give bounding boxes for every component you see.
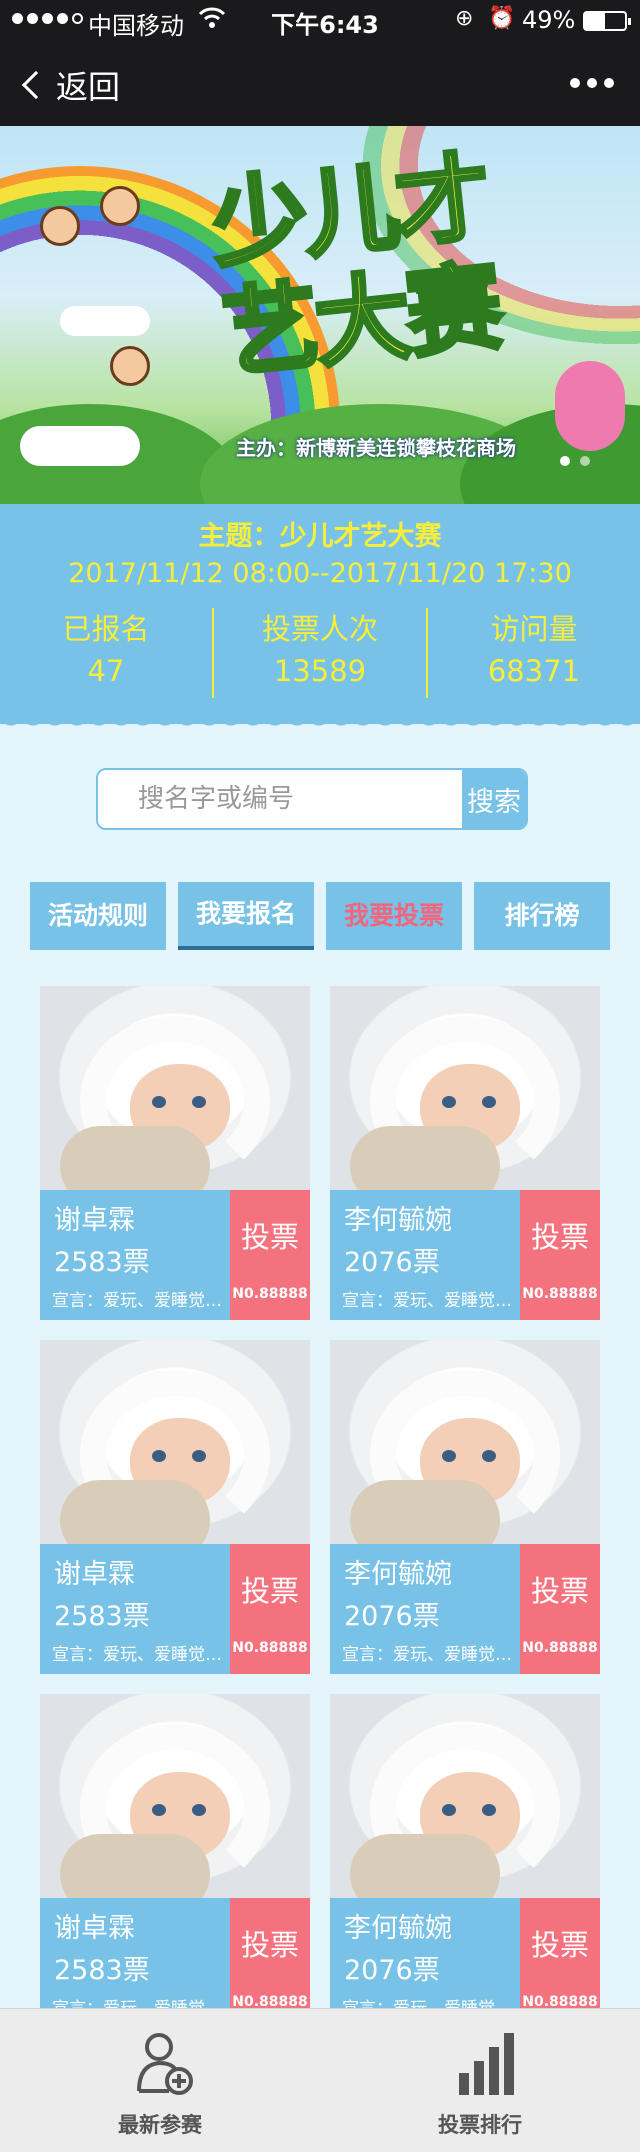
cartoon-kid-icon [100, 186, 140, 226]
cartoon-kid-icon [40, 206, 80, 246]
entry-name: 谢卓霖 [54, 1205, 135, 1236]
banner-organizer: 主办：新博新美连锁攀枝花商场 [236, 436, 516, 460]
stat-visits: 访问量 68371 [426, 608, 640, 698]
battery-percent: 49% [522, 6, 576, 34]
entry-votes: 2076票 [344, 1247, 440, 1278]
chevron-left-icon [21, 70, 51, 100]
entry-name: 李何毓婉 [344, 1559, 452, 1590]
entry-card[interactable]: 谢卓霖 2583票 宣言：爱玩、爱睡觉、爱吃 投票 N0.88888 [40, 1694, 310, 2028]
stat-votes: 投票人次 13589 [212, 608, 426, 698]
rotation-lock-icon: ⊕ [455, 6, 474, 31]
entry-photo[interactable] [40, 986, 310, 1190]
search-button[interactable]: 搜索 [462, 770, 526, 828]
cartoon-kid-icon [110, 346, 150, 386]
signal-dots-icon [12, 13, 83, 24]
event-date-range: 2017/11/12 08:00--2017/11/20 17:30 [68, 558, 572, 589]
entry-card[interactable]: 李何毓婉 2076票 宣言：爱玩、爱睡觉、爱吃 投票 N0.88888 [330, 986, 600, 1320]
entry-number: N0.88888 [232, 1640, 308, 1656]
vote-button[interactable]: 投票 N0.88888 [230, 1544, 310, 1674]
entry-votes: 2076票 [344, 1601, 440, 1632]
vote-button[interactable]: 投票 N0.88888 [520, 1190, 600, 1320]
entry-name: 李何毓婉 [344, 1205, 452, 1236]
alarm-icon: ⏰ [488, 6, 516, 31]
entry-motto: 宣言：爱玩、爱睡觉、爱吃 [52, 1291, 228, 1311]
entry-name: 谢卓霖 [54, 1559, 135, 1590]
entry-number: N0.88888 [522, 1286, 598, 1302]
entry-votes: 2583票 [54, 1955, 150, 1986]
bottom-nav-latest[interactable]: 最新参赛 [0, 2009, 320, 2152]
event-banner[interactable]: 少儿才艺大赛 主办：新博新美连锁攀枝花商场 [0, 126, 640, 504]
vote-button[interactable]: 投票 N0.88888 [230, 1190, 310, 1320]
entry-photo[interactable] [40, 1694, 310, 1898]
search-input[interactable] [98, 770, 462, 828]
event-stats: 已报名 47 投票人次 13589 访问量 68371 [0, 608, 640, 698]
stat-registered: 已报名 47 [62, 612, 150, 688]
entry-photo[interactable] [330, 1340, 600, 1544]
more-dots-icon[interactable] [570, 78, 614, 88]
action-tabs: 活动规则 我要报名 我要投票 排行榜 [30, 882, 610, 950]
entry-photo[interactable] [40, 1340, 310, 1544]
status-bar: 中国移动 下午6:43 ⊕ ⏰ 49% [0, 0, 640, 40]
add-user-icon [137, 2033, 193, 2095]
bottom-nav: 最新参赛 投票排行 [0, 2008, 640, 2152]
back-label: 返回 [56, 68, 121, 106]
entry-number: N0.88888 [522, 1640, 598, 1656]
carrier-label: 中国移动 [88, 12, 184, 40]
tab-rules[interactable]: 活动规则 [30, 882, 166, 950]
entry-card[interactable]: 谢卓霖 2583票 宣言：爱玩、爱睡觉、爱吃 投票 N0.88888 [40, 1340, 310, 1674]
entry-motto: 宣言：爱玩、爱睡觉、爱吃 [342, 1291, 518, 1311]
wave-divider [0, 714, 640, 736]
entry-votes: 2076票 [344, 1955, 440, 1986]
tab-vote[interactable]: 我要投票 [326, 882, 462, 950]
entry-number: N0.88888 [232, 1286, 308, 1302]
entry-photo[interactable] [330, 986, 600, 1190]
back-button[interactable]: 返回 [18, 62, 120, 108]
entry-votes: 2583票 [54, 1247, 150, 1278]
battery-icon [583, 11, 631, 31]
nav-bar: 返回 [0, 40, 640, 126]
entry-card[interactable]: 谢卓霖 2583票 宣言：爱玩、爱睡觉、爱吃 投票 N0.88888 [40, 986, 310, 1320]
entry-card[interactable]: 李何毓婉 2076票 宣言：爱玩、爱睡觉、爱吃 投票 N0.88888 [330, 1340, 600, 1674]
wifi-icon [198, 7, 226, 28]
entry-card[interactable]: 李何毓婉 2076票 宣言：爱玩、爱睡觉、爱吃 投票 N0.88888 [330, 1694, 600, 2028]
vote-button[interactable]: 投票 N0.88888 [520, 1544, 600, 1674]
entry-name: 李何毓婉 [344, 1913, 452, 1944]
clock: 下午6:43 [271, 11, 379, 39]
bottom-nav-ranking[interactable]: 投票排行 [320, 2009, 640, 2152]
bar-chart-icon [459, 2033, 514, 2095]
tab-ranking[interactable]: 排行榜 [474, 882, 610, 950]
entry-motto: 宣言：爱玩、爱睡觉、爱吃 [342, 1645, 518, 1665]
search-bar: 搜索 [96, 768, 528, 830]
banner-title: 少儿才艺大赛 [204, 139, 506, 393]
entry-photo[interactable] [330, 1694, 600, 1898]
event-subject: 主题：少儿才艺大赛 [198, 521, 442, 552]
carousel-dots [560, 456, 590, 466]
entry-name: 谢卓霖 [54, 1913, 135, 1944]
tab-register[interactable]: 我要报名 [178, 882, 314, 950]
entry-votes: 2583票 [54, 1601, 150, 1632]
entry-motto: 宣言：爱玩、爱睡觉、爱吃 [52, 1645, 228, 1665]
